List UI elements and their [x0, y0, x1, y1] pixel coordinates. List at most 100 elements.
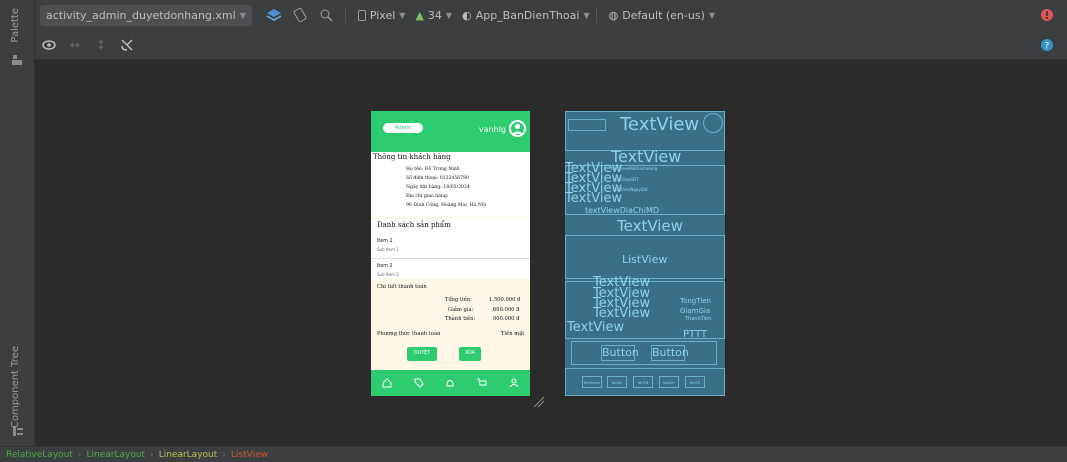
palette-tab[interactable]: Palette — [10, 8, 21, 43]
blueprint-box — [568, 119, 606, 131]
globe-icon: ◍ — [608, 8, 619, 22]
component-tree-tab[interactable]: Component Tree — [10, 346, 21, 428]
blueprint-nav-button: btnHome — [582, 376, 602, 388]
layout-editor: Palette Component Tree activity_admin_du… — [0, 0, 1067, 462]
theme-label: App_BanDienThoai — [475, 8, 580, 22]
component-tree-icon[interactable] — [12, 425, 24, 437]
blueprint-nav-button: btnGH — [659, 376, 679, 388]
api-label: 34 — [427, 8, 442, 22]
breadcrumb-item[interactable]: LinearLayout — [87, 450, 146, 460]
blueprint-thanhtien: ThanhTien — [685, 316, 712, 322]
blueprint-textview: TextView — [620, 114, 700, 135]
chevron-right-icon: › — [77, 449, 82, 460]
design-preview[interactable]: Admin vanhlg Thông tin khách hàng Họ tên… — [371, 111, 530, 396]
blueprint-giamgia: GiamGia — [680, 307, 711, 315]
customer-phone: Số điện thoại: 0123456789 — [406, 176, 469, 181]
horizontal-resize-icon[interactable]: ↔ — [65, 35, 85, 55]
design-canvas[interactable] — [35, 60, 1067, 446]
breadcrumb-item-active[interactable]: ListView — [231, 450, 268, 460]
blueprint-button: Button — [601, 345, 639, 361]
breadcrumb-item[interactable]: LinearLayout — [159, 450, 218, 460]
constraints-icon[interactable] — [117, 35, 137, 55]
payment-method-label: Phương thức thanh toán — [377, 331, 441, 337]
blueprint-listview-label: ListView — [622, 253, 668, 266]
blueprint-button: Button — [651, 345, 689, 361]
blueprint-nav-button: btnSp — [607, 376, 627, 388]
chevron-down-icon: ▼ — [445, 10, 453, 20]
chevron-down-icon: ▼ — [583, 10, 590, 20]
blueprint-small-label: textViewNgayDat — [613, 187, 648, 192]
layers-icon[interactable] — [264, 5, 284, 25]
svg-text:?: ? — [1045, 42, 1050, 52]
payment-method-value: Tiền mặt — [501, 331, 525, 337]
help-icon[interactable]: ? — [1041, 39, 1053, 51]
list-item-sub: Sub Item 1 — [377, 247, 399, 252]
blueprint-small-label: textViewSDT — [613, 177, 639, 182]
device-label: Pixel — [369, 8, 396, 22]
list-item-sub: Sub Item 2 — [377, 272, 399, 277]
blueprint-nav-button: btnTB — [633, 376, 653, 388]
admin-badge: Admin — [383, 123, 423, 133]
blueprint-avatar — [703, 113, 723, 133]
list-item[interactable]: Item 2 — [377, 264, 393, 269]
order-date: Ngày đặt hàng: 18/03/2024 — [406, 185, 470, 190]
customer-info-title: Thông tin khách hàng — [373, 153, 451, 161]
night-mode-icon[interactable] — [316, 5, 336, 25]
theme-icon: ◐ — [462, 8, 472, 22]
file-name: activity_admin_duyetdonhang.xml — [46, 8, 236, 22]
delete-button[interactable]: XÓA — [459, 347, 481, 361]
orientation-icon[interactable] — [290, 5, 310, 25]
breadcrumb: RelativeLayout › LinearLayout › LinearLa… — [0, 446, 1067, 462]
design-toolbar: activity_admin_duyetdonhang.xml ▼ Pixel ▼ … — [35, 0, 1067, 30]
theme-dropdown[interactable]: ◐ App_BanDienThoai ▼ — [462, 9, 590, 22]
payment-section — [371, 279, 530, 370]
tag-icon[interactable] — [414, 378, 424, 388]
approve-button[interactable]: DUYỆT — [407, 347, 437, 361]
total-label: Tổng tiền: — [445, 297, 472, 303]
blueprint-textview: TextView — [593, 306, 651, 321]
bell-icon[interactable] — [445, 378, 455, 388]
final-value: 900.000 đ — [493, 316, 520, 322]
profile-icon[interactable] — [509, 378, 519, 388]
blueprint-textview: TextView — [617, 217, 683, 235]
vertical-resize-icon[interactable]: ↕ — [91, 35, 111, 55]
toolbar-divider — [344, 7, 346, 23]
resize-handle-icon[interactable] — [533, 396, 545, 408]
left-tool-strip: Palette Component Tree — [0, 0, 35, 446]
total-value: 1.500.000 đ — [489, 297, 521, 303]
eye-icon[interactable] — [39, 35, 59, 55]
toolbar-divider — [595, 7, 597, 23]
blueprint-small-label: textViewMaKhachHang — [611, 166, 658, 171]
locale-dropdown[interactable]: ◍ Default (en-us) ▼ — [609, 9, 715, 22]
blueprint-button-row — [571, 341, 717, 365]
chevron-right-icon: › — [222, 449, 226, 460]
chevron-down-icon: ▼ — [239, 10, 246, 20]
discount-label: Giảm giá: — [448, 307, 474, 313]
error-icon[interactable] — [1041, 9, 1053, 21]
palette-icon[interactable] — [11, 54, 23, 66]
phone-header: Admin vanhlg — [371, 111, 530, 152]
bottom-nav — [371, 370, 530, 396]
blueprint-textview: TextView — [565, 191, 623, 206]
payment-title: Chi tiết thanh toán — [377, 284, 427, 290]
device-dropdown[interactable]: Pixel ▼ — [357, 8, 405, 22]
address-value: 96 Định Công, Hoàng Mai, Hà Nội — [406, 203, 487, 208]
chevron-right-icon: › — [150, 449, 154, 460]
avatar — [509, 120, 526, 137]
breadcrumb-item[interactable]: RelativeLayout — [6, 450, 73, 460]
home-icon[interactable] — [382, 378, 392, 388]
locale-label: Default (en-us) — [622, 8, 705, 22]
divider — [371, 258, 530, 259]
blueprint-preview[interactable]: TextView TextView TextView TextView Text… — [565, 111, 725, 396]
api-dropdown[interactable]: ▲ 34 ▼ — [415, 9, 452, 22]
phone-icon — [357, 9, 366, 21]
blueprint-address: textViewDiaChiMD — [585, 206, 659, 215]
final-label: Thành tiền: — [445, 316, 476, 322]
blueprint-tongtien: TongTien — [680, 297, 711, 305]
list-item[interactable]: Item 1 — [377, 239, 393, 244]
username-label: vanhlg — [478, 125, 506, 134]
file-dropdown[interactable]: activity_admin_duyetdonhang.xml ▼ — [40, 4, 252, 26]
cart-icon[interactable] — [477, 378, 487, 388]
address-label: Địa chỉ giao hàng: — [406, 194, 449, 199]
customer-name: Họ tên: Đỗ Trung Ninh — [406, 167, 460, 172]
